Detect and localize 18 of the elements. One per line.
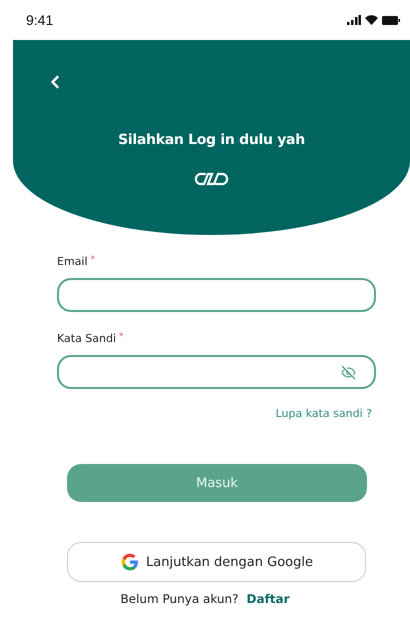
google-icon: [120, 552, 140, 572]
field-label: Email: [57, 255, 88, 268]
header-title: Silahkan Log in dulu yah: [118, 132, 305, 148]
battery-icon: [382, 16, 400, 24]
required-mark: *: [119, 332, 124, 342]
input-field[interactable]: [57, 278, 376, 312]
google-button[interactable]: Lanjutkan dengan Google: [67, 542, 366, 582]
signal-icon: [347, 15, 361, 25]
signup-link[interactable]: Daftar: [246, 592, 290, 606]
eye-off-icon[interactable]: [341, 364, 356, 380]
status-time: 9:41: [26, 12, 54, 28]
wifi-icon: [365, 15, 378, 25]
signup-prompt: Belum Punya akun?: [120, 592, 239, 606]
forgot-password-link[interactable]: Lupa kata sandi ?: [276, 407, 372, 420]
required-mark: *: [90, 255, 96, 265]
logo-icon: [194, 171, 230, 187]
field-label: Kata Sandi: [57, 332, 116, 345]
input-field[interactable]: [57, 355, 376, 389]
